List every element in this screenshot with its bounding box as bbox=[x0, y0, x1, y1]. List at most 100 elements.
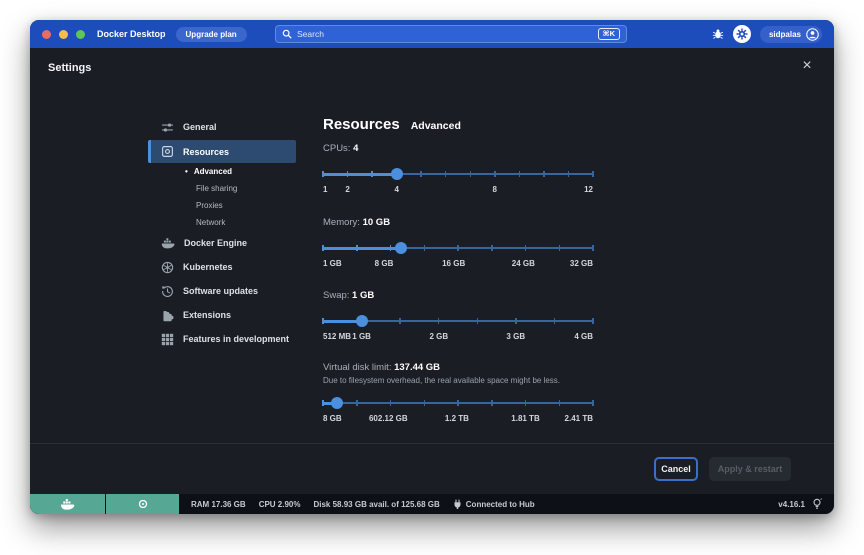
engine-running-segment[interactable] bbox=[30, 494, 105, 514]
slider-tick bbox=[322, 245, 324, 251]
content-title: Resources Advanced bbox=[323, 116, 461, 133]
status-ring-segment[interactable] bbox=[105, 494, 179, 514]
sidebar-item-general[interactable]: General bbox=[148, 114, 296, 140]
slider-tick-label: 12 bbox=[584, 185, 593, 194]
titlebar: Docker Desktop Upgrade plan ⌘K sidpalas bbox=[30, 20, 834, 48]
apply-restart-button[interactable]: Apply & restart bbox=[709, 457, 791, 481]
close-icon[interactable]: × bbox=[798, 57, 816, 75]
resource-stats: RAM 17.36 GB CPU 2.90% Disk 58.93 GB ava… bbox=[191, 499, 535, 510]
status-bar: RAM 17.36 GB CPU 2.90% Disk 58.93 GB ava… bbox=[30, 494, 834, 514]
slider-tick bbox=[491, 245, 493, 251]
sidebar-item-extensions[interactable]: Extensions bbox=[148, 303, 296, 327]
slider-tick-label: 1 GB bbox=[352, 332, 371, 341]
slider-tick bbox=[592, 318, 594, 324]
slider-tick bbox=[347, 171, 349, 177]
slider-tick-label: 2 bbox=[345, 185, 349, 194]
upgrade-plan-button[interactable]: Upgrade plan bbox=[176, 27, 247, 42]
slider-tick bbox=[424, 245, 426, 251]
sidebar-subitem-label: File sharing bbox=[196, 184, 237, 193]
sidebar-subitem-label: Network bbox=[196, 218, 225, 227]
disk-limit-label: Virtual disk limit: 137.44 GB bbox=[323, 362, 593, 373]
slider-tick-label: 512 MB bbox=[323, 332, 351, 341]
slider-tick bbox=[424, 400, 426, 406]
slider-tick-label: 24 GB bbox=[512, 259, 535, 268]
sidebar-item-features-in-development[interactable]: Features in development bbox=[148, 327, 296, 351]
disk-usage: Disk 58.93 GB avail. of 125.68 GB bbox=[313, 500, 439, 509]
disk-tick-labels: 8 GB602.12 GB1.2 TB1.81 TB2.41 TB bbox=[323, 414, 593, 424]
cpus-label: CPUs: 4 bbox=[323, 143, 593, 154]
sliders-icon bbox=[161, 121, 174, 134]
slider-tick-label: 3 GB bbox=[506, 332, 525, 341]
whale-status-icon bbox=[60, 499, 75, 510]
slider-thumb[interactable] bbox=[331, 397, 343, 409]
sidebar-item-label: Features in development bbox=[183, 334, 289, 344]
sidebar-item-software-updates[interactable]: Software updates bbox=[148, 279, 296, 303]
slider-tick bbox=[592, 245, 594, 251]
sidebar-subitem-file-sharing[interactable]: File sharing bbox=[148, 180, 296, 197]
settings-button[interactable] bbox=[733, 25, 751, 43]
slider-tick bbox=[592, 400, 594, 406]
kubernetes-icon bbox=[161, 261, 174, 274]
slider-tick bbox=[525, 245, 527, 251]
sidebar-subitem-network[interactable]: Network bbox=[148, 214, 296, 231]
sidebar-item-label: Docker Engine bbox=[184, 238, 247, 248]
settings-header: Settings × bbox=[30, 48, 834, 90]
swap-slider-group: Swap: 1 GB 512 MB1 GB2 GB3 GB4 GB bbox=[323, 290, 593, 342]
ram-usage: RAM 17.36 GB bbox=[191, 500, 246, 509]
sidebar-item-kubernetes[interactable]: Kubernetes bbox=[148, 255, 296, 279]
sidebar-item-label: Software updates bbox=[183, 286, 258, 296]
slider-thumb[interactable] bbox=[356, 315, 368, 327]
ring-status-icon bbox=[138, 499, 148, 509]
slider-tick bbox=[592, 171, 594, 177]
active-bullet: • bbox=[185, 167, 188, 176]
memory-slider[interactable] bbox=[323, 242, 593, 254]
user-menu[interactable]: sidpalas bbox=[760, 26, 822, 43]
memory-slider-group: Memory: 10 GB 1 GB8 GB16 GB24 GB32 GB bbox=[323, 217, 593, 269]
resources-title: Resources bbox=[323, 116, 400, 133]
sidebar-item-resources[interactable]: Resources bbox=[148, 140, 296, 163]
window-controls bbox=[42, 30, 85, 39]
bug-report-icon[interactable] bbox=[712, 28, 724, 40]
slider-tick bbox=[438, 318, 440, 324]
avatar-icon bbox=[806, 28, 819, 41]
maximize-window-button[interactable] bbox=[76, 30, 85, 39]
swap-slider[interactable] bbox=[323, 315, 593, 327]
slider-tick-label: 1.81 TB bbox=[511, 414, 539, 423]
slider-tick-label: 16 GB bbox=[442, 259, 465, 268]
grid-icon bbox=[161, 333, 174, 346]
titlebar-right: sidpalas bbox=[712, 20, 822, 48]
sidebar-subitem-advanced[interactable]: • Advanced bbox=[148, 163, 296, 180]
slider-tick bbox=[322, 171, 324, 177]
slider-thumb[interactable] bbox=[395, 242, 407, 254]
memory-label: Memory: 10 GB bbox=[323, 217, 593, 228]
sidebar-item-docker-engine[interactable]: Docker Engine bbox=[148, 231, 296, 255]
close-window-button[interactable] bbox=[42, 30, 51, 39]
app-title: Docker Desktop bbox=[97, 29, 166, 39]
slider-tick bbox=[390, 245, 392, 251]
lightbulb-icon bbox=[812, 498, 822, 510]
cpus-slider[interactable] bbox=[323, 168, 593, 180]
minimize-window-button[interactable] bbox=[59, 30, 68, 39]
username-label: sidpalas bbox=[769, 30, 801, 39]
slider-tick-label: 8 GB bbox=[375, 259, 394, 268]
cpus-slider-group: CPUs: 4 124812 bbox=[323, 143, 593, 195]
search-input[interactable] bbox=[297, 29, 593, 39]
advanced-subtitle: Advanced bbox=[411, 120, 461, 132]
slider-tick bbox=[470, 171, 472, 177]
tips-button[interactable] bbox=[812, 498, 822, 510]
cancel-button[interactable]: Cancel bbox=[654, 457, 698, 481]
search-box[interactable]: ⌘K bbox=[275, 25, 627, 43]
slider-thumb[interactable] bbox=[391, 168, 403, 180]
page-title: Settings bbox=[48, 62, 91, 74]
version-label: v4.16.1 bbox=[778, 500, 805, 509]
gear-icon bbox=[736, 28, 748, 40]
slider-tick bbox=[420, 171, 422, 177]
sidebar-subitem-proxies[interactable]: Proxies bbox=[148, 197, 296, 214]
disk-overhead-note: Due to filesystem overhead, the real ava… bbox=[323, 376, 593, 385]
slider-tick bbox=[494, 171, 496, 177]
disk-slider[interactable] bbox=[323, 397, 593, 409]
slider-tick-label: 602.12 GB bbox=[369, 414, 408, 423]
update-clock-icon bbox=[161, 285, 174, 298]
whale-icon bbox=[161, 238, 175, 249]
slider-tick bbox=[491, 400, 493, 406]
